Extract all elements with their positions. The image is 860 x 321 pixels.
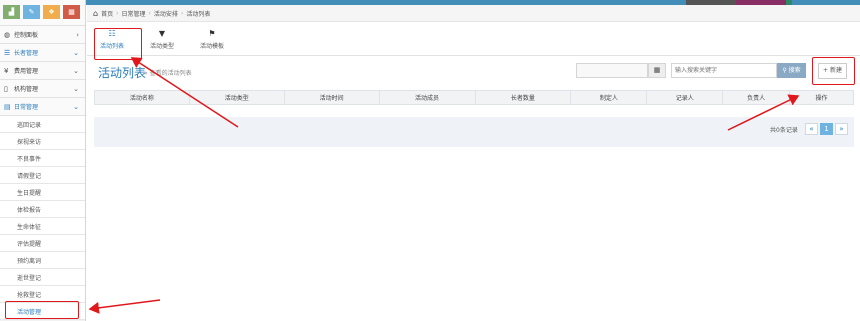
sidebar-item-label: 长者管理 bbox=[14, 50, 39, 57]
breadcrumb-separator: › bbox=[148, 9, 151, 17]
column-header[interactable]: 负责人 bbox=[723, 91, 791, 104]
sidebar-item-label: 日常管理 bbox=[14, 104, 39, 111]
arrow-to-menu bbox=[88, 299, 161, 314]
search-input[interactable] bbox=[671, 63, 777, 78]
submenu-birthday[interactable]: 生日提醒 bbox=[0, 184, 85, 201]
search-icon: ⚲ bbox=[782, 67, 787, 74]
building-icon: ▯ bbox=[4, 84, 8, 93]
bookmark-icon: ▼ bbox=[158, 28, 166, 38]
table-header: 活动名称 活动类型 活动时间 活动成员 长者数量 制定人 记录人 负责人 操作 bbox=[94, 90, 854, 105]
sidebar-item-elders[interactable]: ☰ 长者管理 ⌄ bbox=[0, 44, 85, 62]
breadcrumb-separator: › bbox=[180, 9, 184, 17]
chevron-down-icon: ⌄ bbox=[73, 102, 79, 111]
chevron-down-icon: ⌄ bbox=[73, 66, 79, 75]
column-header[interactable]: 活动类型 bbox=[190, 91, 285, 104]
tab-label: 活动类型 bbox=[149, 42, 174, 50]
page-title: 活动列表 bbox=[98, 66, 147, 80]
submenu-visit[interactable]: 探视来访 bbox=[0, 133, 85, 150]
pagination-current[interactable]: 1 bbox=[820, 123, 833, 135]
highlight-box-new bbox=[812, 57, 855, 85]
users-icon[interactable]: ❖ bbox=[43, 5, 60, 19]
page-subtitle: » 查看的活动列表 bbox=[144, 70, 192, 77]
sidebar: ▟ ✎ ❖ ▦ ◍ 控制面板 › ☰ 长者管理 ⌄ ¥ 费用管理 ⌄ ▯ 机构管… bbox=[0, 0, 86, 321]
submenu-incident[interactable]: 不良事件 bbox=[0, 150, 85, 167]
submenu-checkup[interactable]: 体检报告 bbox=[0, 201, 85, 218]
column-header[interactable]: 活动成员 bbox=[380, 91, 476, 104]
yen-icon: ¥ bbox=[4, 66, 9, 75]
chevron-down-icon: ⌄ bbox=[73, 48, 79, 57]
submenu-appointment[interactable]: 预约离词 bbox=[0, 252, 85, 269]
highlight-box-tab bbox=[94, 28, 142, 60]
breadcrumb-separator: › bbox=[116, 9, 119, 17]
submenu-leave[interactable]: 请假登记 bbox=[0, 167, 85, 184]
pagination-prev[interactable]: « bbox=[805, 123, 818, 135]
highlight-box-menu bbox=[5, 301, 79, 319]
dashboard-icon: ◍ bbox=[4, 30, 11, 39]
submenu-death[interactable]: 逝世登记 bbox=[0, 269, 85, 286]
sidebar-item-label: 费用管理 bbox=[14, 68, 39, 75]
breadcrumb: ⌂ 首页 › 日常管理 › 活动安排 › 活动列表 bbox=[87, 5, 860, 22]
column-header[interactable]: 长者数量 bbox=[476, 91, 572, 104]
table-footer bbox=[94, 117, 854, 147]
flag-icon: ⚑ bbox=[208, 28, 216, 38]
breadcrumb-schedule[interactable]: 活动安排 bbox=[154, 9, 178, 18]
breadcrumb-daily[interactable]: 日常管理 bbox=[122, 9, 146, 18]
tab-bar: ☷ 活动列表 ▼ 活动类型 ⚑ 活动模板 bbox=[87, 22, 860, 56]
tab-label: 活动模板 bbox=[199, 42, 224, 50]
chevron-right-icon: › bbox=[76, 30, 79, 39]
column-header[interactable]: 活动名称 bbox=[95, 91, 190, 104]
sidebar-item-institution[interactable]: ▯ 机构管理 ⌄ bbox=[0, 80, 85, 98]
submenu-assessment[interactable]: 评估提醒 bbox=[0, 235, 85, 252]
pagination-next[interactable]: » bbox=[835, 123, 848, 135]
pencil-icon[interactable]: ✎ bbox=[23, 5, 40, 19]
column-header[interactable]: 记录人 bbox=[647, 91, 724, 104]
search-button[interactable]: ⚲ 搜索 bbox=[777, 63, 806, 78]
sidebar-item-label: 控制面板 bbox=[14, 32, 39, 39]
tab-activity-template[interactable]: ⚑ 活动模板 bbox=[187, 22, 237, 56]
list-icon: ☰ bbox=[4, 48, 11, 57]
sidebar-item-fees[interactable]: ¥ 费用管理 ⌄ bbox=[0, 62, 85, 80]
column-header[interactable]: 制定人 bbox=[571, 91, 648, 104]
column-header[interactable]: 活动时间 bbox=[285, 91, 380, 104]
sidebar-item-label: 机构管理 bbox=[14, 86, 39, 93]
sidebar-item-dashboard[interactable]: ◍ 控制面板 › bbox=[0, 26, 85, 44]
calendar-icon: ▤ bbox=[4, 102, 11, 111]
cogs-icon[interactable]: ▦ bbox=[63, 5, 80, 19]
breadcrumb-current: 活动列表 bbox=[186, 10, 211, 18]
column-header: 操作 bbox=[815, 95, 828, 102]
date-field[interactable] bbox=[576, 63, 648, 78]
breadcrumb-home[interactable]: 首页 bbox=[101, 9, 113, 18]
sidebar-shortcuts: ▟ ✎ ❖ ▦ bbox=[0, 0, 85, 26]
home-icon: ⌂ bbox=[93, 8, 99, 18]
search-button-label: 搜索 bbox=[788, 67, 801, 74]
submenu-vitals[interactable]: 生命体征 bbox=[0, 218, 85, 235]
sidebar-item-daily[interactable]: ▤ 日常管理 ⌄ bbox=[0, 98, 85, 116]
chevron-down-icon: ⌄ bbox=[73, 84, 79, 93]
record-count: 共0条记录 bbox=[770, 127, 798, 134]
chart-icon[interactable]: ▟ bbox=[3, 5, 20, 19]
submenu-patrol[interactable]: 巡回记录 bbox=[0, 116, 85, 133]
tab-activity-type[interactable]: ▼ 活动类型 bbox=[137, 22, 187, 56]
calendar-icon[interactable]: ▦ bbox=[648, 63, 666, 78]
